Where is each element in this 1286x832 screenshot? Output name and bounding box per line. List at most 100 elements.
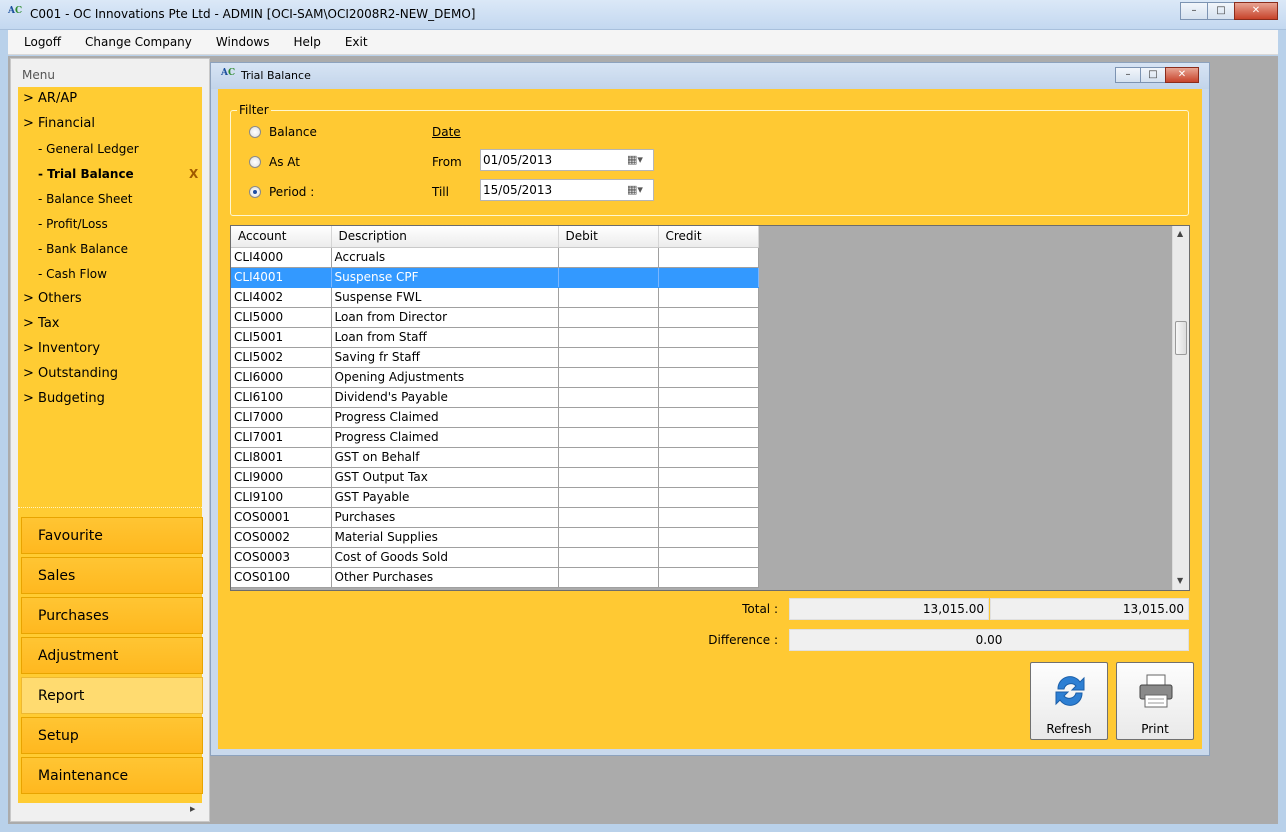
cell-credit[interactable] [658,247,759,268]
cell-debit[interactable] [558,527,659,548]
cell-debit[interactable] [558,507,659,528]
menu-logoff[interactable]: Logoff [8,35,70,49]
cell-credit[interactable] [658,527,759,548]
child-minimize-button[interactable]: – [1115,67,1141,83]
cell-account[interactable]: CLI5000 [231,307,332,328]
cell-credit[interactable] [658,387,759,408]
cell-description[interactable]: Progress Claimed [331,407,559,428]
print-button[interactable]: Print [1116,662,1194,740]
column-header-account[interactable]: Account [231,226,332,248]
cell-debit[interactable] [558,347,659,368]
table-row[interactable]: CLI8001 GST on Behalf [231,447,759,468]
scroll-thumb[interactable] [1175,321,1187,355]
module-favourite[interactable]: Favourite [21,517,203,554]
tree-item-tax[interactable]: > Tax [23,316,59,331]
tree-item-trial-balance[interactable]: - Trial Balance [38,167,134,181]
calendar-dropdown-icon[interactable]: ▦▾ [627,153,649,167]
maximize-button[interactable]: □ [1207,2,1235,20]
cell-debit[interactable] [558,567,659,588]
cell-credit[interactable] [658,327,759,348]
child-maximize-button[interactable]: □ [1140,67,1166,83]
column-header-credit[interactable]: Credit [658,226,759,248]
cell-credit[interactable] [658,367,759,388]
child-close-button[interactable]: ✕ [1165,67,1199,83]
table-row[interactable]: CLI4001 Suspense CPF [231,267,759,288]
cell-account[interactable]: CLI9000 [231,467,332,488]
cell-account[interactable]: CLI4000 [231,247,332,268]
cell-description[interactable]: Dividend's Payable [331,387,559,408]
table-row[interactable]: CLI5000 Loan from Director [231,307,759,328]
cell-description[interactable]: Accruals [331,247,559,268]
cell-debit[interactable] [558,487,659,508]
menu-exit[interactable]: Exit [330,35,377,49]
tree-item-balance-sheet[interactable]: - Balance Sheet [38,192,133,206]
cell-account[interactable]: CLI9100 [231,487,332,508]
grid-vertical-scrollbar[interactable]: ▲ ▼ [1172,226,1189,590]
cell-credit[interactable] [658,307,759,328]
cell-credit[interactable] [658,267,759,288]
radio-button-icon[interactable] [249,156,261,168]
table-row[interactable]: CLI5001 Loan from Staff [231,327,759,348]
radio-button-checked-icon[interactable] [249,186,261,198]
tree-item-cash-flow[interactable]: - Cash Flow [38,267,107,281]
menu-windows[interactable]: Windows [201,35,279,49]
refresh-button[interactable]: Refresh [1030,662,1108,740]
table-row[interactable]: CLI5002 Saving fr Staff [231,347,759,368]
cell-credit[interactable] [658,447,759,468]
scroll-right-icon[interactable]: ▶ [190,805,200,815]
cell-description[interactable]: Other Purchases [331,567,559,588]
module-sales[interactable]: Sales [21,557,203,594]
cell-description[interactable]: GST on Behalf [331,447,559,468]
tree-item-general-ledger[interactable]: - General Ledger [38,142,139,156]
cell-account[interactable]: COS0002 [231,527,332,548]
cell-account[interactable]: CLI4001 [231,267,332,288]
module-adjustment[interactable]: Adjustment [21,637,203,674]
table-row[interactable]: CLI7000 Progress Claimed [231,407,759,428]
cell-debit[interactable] [558,267,659,288]
window-title-bar[interactable]: AC C001 - OC Innovations Pte Ltd - ADMIN… [0,0,1286,30]
sidebar-hscroll[interactable]: ▶ [18,803,202,817]
cell-credit[interactable] [658,507,759,528]
splitter[interactable] [18,507,202,513]
cell-credit[interactable] [658,567,759,588]
cell-debit[interactable] [558,247,659,268]
table-row[interactable]: CLI9100 GST Payable [231,487,759,508]
cell-description[interactable]: GST Output Tax [331,467,559,488]
radio-button-icon[interactable] [249,126,261,138]
from-date-field[interactable]: 01/05/2013 ▦▾ [480,149,654,171]
cell-description[interactable]: Purchases [331,507,559,528]
table-row[interactable]: CLI9000 GST Output Tax [231,467,759,488]
tree-item-financial[interactable]: > Financial [23,116,95,131]
cell-account[interactable]: COS0001 [231,507,332,528]
table-row[interactable]: CLI6100 Dividend's Payable [231,387,759,408]
radio-period[interactable]: Period : [249,185,314,199]
cell-description[interactable]: Loan from Director [331,307,559,328]
tree-item-bank-balance[interactable]: - Bank Balance [38,242,128,256]
table-row[interactable]: CLI6000 Opening Adjustments [231,367,759,388]
module-setup[interactable]: Setup [21,717,203,754]
module-purchases[interactable]: Purchases [21,597,203,634]
cell-credit[interactable] [658,487,759,508]
cell-account[interactable]: COS0100 [231,567,332,588]
module-report[interactable]: Report [21,677,203,714]
cell-account[interactable]: COS0003 [231,547,332,568]
cell-credit[interactable] [658,407,759,428]
cell-credit[interactable] [658,287,759,308]
cell-account[interactable]: CLI6100 [231,387,332,408]
column-header-description[interactable]: Description [331,226,559,248]
table-row[interactable]: COS0001 Purchases [231,507,759,528]
tree-item-arap[interactable]: > AR/AP [23,91,77,106]
radio-as-at[interactable]: As At [249,155,300,169]
cell-description[interactable]: Material Supplies [331,527,559,548]
table-row[interactable]: COS0003 Cost of Goods Sold [231,547,759,568]
cell-credit[interactable] [658,427,759,448]
minimize-button[interactable]: – [1180,2,1208,20]
cell-debit[interactable] [558,427,659,448]
tree-item-profit-loss[interactable]: - Profit/Loss [38,217,108,231]
scroll-up-icon[interactable]: ▲ [1177,229,1183,238]
till-date-field[interactable]: 15/05/2013 ▦▾ [480,179,654,201]
cell-credit[interactable] [658,347,759,368]
child-title-bar[interactable]: AC Trial Balance – □ ✕ [211,63,1209,89]
radio-balance[interactable]: Balance [249,125,317,139]
cell-credit[interactable] [658,467,759,488]
